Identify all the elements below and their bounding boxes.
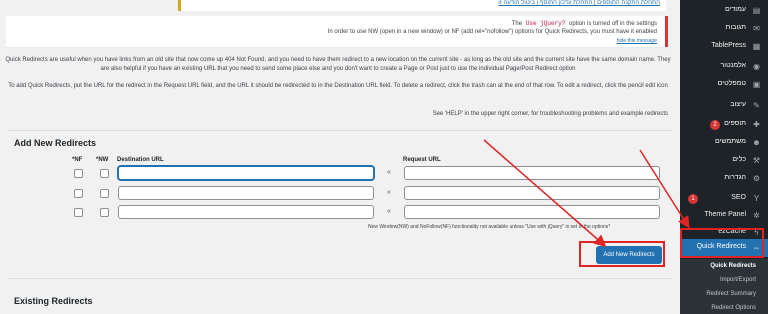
redirect-arrow: « [387,208,391,215]
help-paragraph: See 'HELP' in the upper right corner, fo… [432,111,668,117]
request-url-input[interactable] [404,186,660,200]
sidebar-item-elementor[interactable]: אלמנטור ◉ [680,58,768,76]
destination-url-input[interactable] [118,166,374,180]
notice-links[interactable]: התחלת התקנת התוספים | התחלת עדכון התוסף … [498,0,660,6]
col-request-header: Request URL [403,157,441,163]
settings-icon: ⚙ [752,174,761,183]
col-nw-header: *NW [96,157,109,163]
notice-line-1: The Use jQuery? option is turned off in … [511,20,657,27]
nw-checkbox[interactable] [100,189,109,198]
divider [8,278,672,279]
add-redirects-title: Add New Redirects [14,138,97,148]
sidebar-item-users[interactable]: משתמשים ☻ [680,134,768,152]
annotation-box-sidebar [680,228,764,258]
submenu-quick-redirects[interactable]: Quick Redirects [710,263,756,269]
nf-checkbox[interactable] [74,189,83,198]
nf-checkbox[interactable] [74,169,83,178]
seo-badge: 1 [688,194,698,204]
request-url-input[interactable] [404,166,660,180]
tools-icon: ⚒ [752,156,761,165]
jquery-code: Use jQuery? [523,20,568,27]
plugin-update-notice: התחלת התקנת התוספים | התחלת עדכון התוסף … [178,0,666,11]
sidebar-item-seo[interactable]: 1 SEO Y [680,190,768,208]
sidebar-item-settings[interactable]: הגדרות ⚙ [680,170,768,188]
table-icon: ▦ [752,42,761,51]
notice-line-2: In order to use NW (open in a new window… [327,29,657,35]
main-content: התחלת התקנת התוספים | התחלת עדכון התוסף … [0,0,680,314]
submenu-import-export[interactable]: Import/Export [720,277,756,283]
users-icon: ☻ [752,138,761,147]
quick-redirects-submenu: Quick Redirects Import/Export Redirect S… [680,259,768,314]
sidebar-item-comments[interactable]: תגובות ✉ [680,20,768,38]
sidebar-item-tablepress[interactable]: TablePress ▦ [680,38,768,56]
redirect-arrow: « [387,189,391,196]
admin-sidebar: עמודים ▤ תגובות ✉ TablePress ▦ אלמנטור ◉… [680,0,768,314]
nw-checkbox[interactable] [100,208,109,217]
col-destination-header: Destination URL [117,157,164,163]
divider [8,130,672,131]
existing-redirects-title: Existing Redirects [14,296,93,306]
sidebar-item-plugins[interactable]: 2 תוספים ✚ [680,116,768,134]
col-nf-header: *NF [72,157,83,163]
intro-paragraph: Quick Redirects are useful when you have… [5,57,671,72]
sidebar-item-tools[interactable]: כלים ⚒ [680,152,768,170]
update-count-badge: 2 [710,120,720,130]
jquery-notice: The Use jQuery? option is turned off in … [6,16,668,47]
hide-message-link[interactable]: hide this message [617,38,657,44]
nf-checkbox[interactable] [74,208,83,217]
sidebar-item-appearance[interactable]: עיצוב ✎ [680,97,768,115]
destination-url-input[interactable] [118,205,374,219]
redirect-arrow: « [387,169,391,176]
annotation-box-button [579,241,665,267]
destination-url-input[interactable] [118,186,374,200]
jquery-requirement-note: New Window(NW) and NoFollow(NF) function… [368,224,611,230]
sidebar-item-theme-panel[interactable]: Theme Panel ✲ [680,207,768,225]
nw-checkbox[interactable] [100,169,109,178]
appearance-icon: ✎ [753,101,760,110]
elementor-icon: ◉ [753,62,760,71]
comments-icon: ✉ [753,24,760,33]
gear-icon: ✲ [753,211,760,220]
sidebar-item-pages[interactable]: עמודים ▤ [680,2,768,20]
templates-icon: ▣ [752,80,761,89]
submenu-redirect-summary[interactable]: Redirect Summary [706,291,756,297]
instructions-paragraph: To add Quick Redirects, put the URL for … [8,83,668,89]
plugins-icon: ✚ [753,120,760,129]
submenu-redirect-options[interactable]: Redirect Options [711,305,756,311]
pages-icon: ▤ [752,6,761,15]
request-url-input[interactable] [404,205,660,219]
sidebar-item-templates[interactable]: טמפלטים ▣ [680,76,768,94]
seo-icon: Y [753,194,760,203]
